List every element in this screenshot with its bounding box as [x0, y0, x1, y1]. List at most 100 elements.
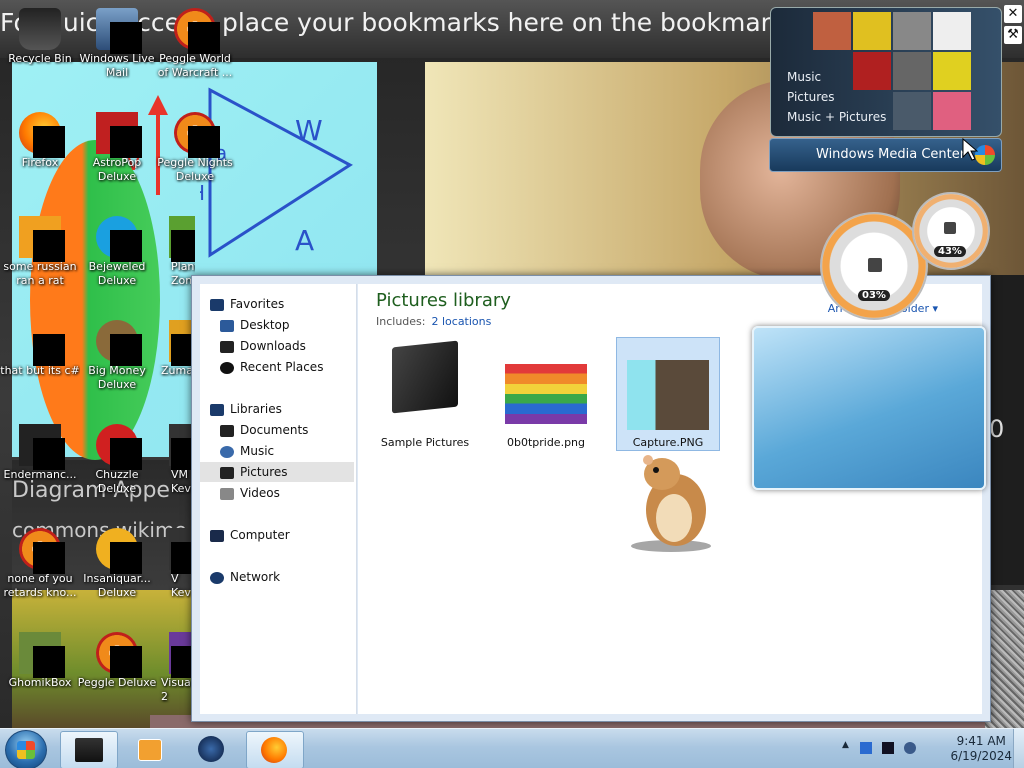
- desktop-icon-plants[interactable]: Plants Zom: [155, 216, 195, 288]
- media-center-music[interactable]: Music: [787, 70, 821, 84]
- desktop-icon-peggle-wow[interactable]: Peggle World of Warcraft ...: [155, 8, 235, 80]
- media-tile[interactable]: [893, 52, 931, 90]
- file-icon: [19, 216, 65, 262]
- desktop-icon-label: Peggle World of Warcraft ...: [157, 52, 233, 79]
- memory-icon: [944, 222, 956, 234]
- system-tray: ▲ 9:41 AM 6/19/2024: [834, 729, 1024, 768]
- desktop-icon-russian-rat[interactable]: some russian ran a rat: [0, 216, 80, 288]
- cpu-usage-value: 03%: [858, 290, 890, 301]
- file-item-0b0tpride[interactable]: 0b0tpride.png: [495, 338, 597, 450]
- cpu-icon: [868, 258, 882, 272]
- media-tile[interactable]: [933, 52, 971, 90]
- wrench-icon[interactable]: ⚒: [1004, 26, 1022, 44]
- windows-logo-icon: [17, 741, 35, 759]
- file-icon: [19, 320, 65, 366]
- slideshow-gadget[interactable]: [752, 326, 986, 490]
- nav-desktop[interactable]: Desktop: [220, 315, 374, 335]
- vm-icon: [169, 528, 191, 574]
- recycle-bin-icon: [19, 8, 61, 50]
- desktop-icon-vm[interactable]: VM Kev: [155, 424, 191, 496]
- desktop-icon-peggle-nights[interactable]: Peggle Nights Deluxe: [155, 112, 235, 184]
- media-tile[interactable]: [933, 12, 971, 50]
- nav-documents[interactable]: Documents: [220, 420, 374, 440]
- mouse-cursor-icon: [962, 138, 978, 161]
- chuzzle-icon: [96, 424, 142, 470]
- favorites-star-icon: [210, 298, 224, 311]
- math-label-h: H: [200, 181, 205, 205]
- taskbar-app-media-center[interactable]: [184, 731, 240, 767]
- desktop-icon-recycle-bin[interactable]: Recycle Bin: [0, 8, 80, 66]
- desktop-icon-label: Recycle Bin: [8, 52, 72, 65]
- start-button[interactable]: [5, 730, 47, 768]
- vm-icon: [169, 424, 191, 470]
- media-center-gadget[interactable]: Music Pictures Music + Pictures: [770, 7, 1002, 137]
- taskbar-app-explorer[interactable]: [60, 731, 118, 768]
- nav-recent-places[interactable]: Recent Places: [220, 357, 374, 377]
- show-hidden-icons-arrow[interactable]: ▲: [842, 740, 854, 752]
- library-includes: Includes: 2 locations: [376, 315, 492, 328]
- documents-icon: [220, 424, 234, 437]
- taskbar-app-firefox[interactable]: [246, 731, 304, 768]
- desktop-icon-label: Bejeweled Deluxe: [88, 260, 146, 287]
- recent-places-icon: [220, 361, 234, 374]
- volume-icon[interactable]: [904, 742, 916, 754]
- nav-libraries[interactable]: Libraries: [210, 399, 364, 419]
- locations-link[interactable]: 2 locations: [431, 315, 491, 328]
- desktop-icon-label: Firefox: [21, 156, 59, 169]
- desktop-icon-label: Endermanc...: [3, 468, 77, 481]
- desktop-icon-big-money[interactable]: Big Money Deluxe: [77, 320, 157, 392]
- action-center-icon[interactable]: [860, 742, 872, 754]
- desktop-icon-endermanc[interactable]: Endermanc...: [0, 424, 80, 482]
- nav-downloads[interactable]: Downloads: [220, 336, 374, 356]
- desktop-icon-windows-live-mail[interactable]: Windows Live Mail: [77, 8, 157, 80]
- nav-videos[interactable]: Videos: [220, 483, 374, 503]
- show-desktop-button[interactable]: [1013, 729, 1024, 768]
- close-icon[interactable]: ✕: [1004, 5, 1022, 23]
- desktop-icon-label: that but its c#: [0, 364, 80, 377]
- desktop-icon-peggle-deluxe[interactable]: Peggle Deluxe: [77, 632, 157, 690]
- nav-network[interactable]: Network: [210, 567, 364, 587]
- media-center-pictures[interactable]: Pictures: [787, 90, 835, 104]
- firefox-icon: [19, 112, 65, 158]
- desktop-icon-chuzzle[interactable]: Chuzzle Deluxe: [77, 424, 157, 496]
- nav-music[interactable]: Music: [220, 441, 374, 461]
- desktop-icon-label: Zuma: [161, 364, 191, 377]
- insaniquarium-icon: [96, 528, 142, 574]
- desktop-icon-astropop[interactable]: AstroPop Deluxe: [77, 112, 157, 184]
- desktop-icon-zuma[interactable]: Zuma: [155, 320, 191, 378]
- ghomikbox-icon: [19, 632, 65, 678]
- desktop-icon-csharp[interactable]: that but its c#: [0, 320, 80, 378]
- desktop-icon-visual-studio[interactable]: Visua 2: [155, 632, 191, 704]
- windows-logo-icon: [975, 145, 995, 165]
- desktop-icon-ghomikbox[interactable]: GhomikBox: [0, 632, 80, 690]
- image-thumbnail-icon: [505, 364, 587, 424]
- media-tile[interactable]: [853, 12, 891, 50]
- media-tile[interactable]: [813, 12, 851, 50]
- taskbar: ▲ 9:41 AM 6/19/2024: [0, 728, 1024, 768]
- nav-computer[interactable]: Computer: [210, 525, 364, 545]
- file-icon: [19, 424, 65, 470]
- file-item-sample-pictures[interactable]: Sample Pictures: [374, 338, 476, 450]
- taskbar-app-media-player[interactable]: [122, 731, 178, 767]
- file-item-capture[interactable]: Capture.PNG: [616, 337, 720, 451]
- desktop-icon-label: Peggle Nights Deluxe: [157, 156, 233, 183]
- media-tile[interactable]: [933, 92, 971, 130]
- desktop-icon-firefox[interactable]: Firefox: [0, 112, 80, 170]
- desktop-icon-vm-2[interactable]: V Kev: [155, 528, 191, 600]
- network-tray-icon[interactable]: [882, 742, 894, 754]
- desktop-icon-label: Big Money Deluxe: [88, 364, 146, 391]
- bejeweled-icon: [96, 216, 142, 262]
- clock[interactable]: 9:41 AM 6/19/2024: [950, 734, 1012, 764]
- nav-pictures[interactable]: Pictures: [200, 462, 354, 482]
- nav-favorites[interactable]: Favorites: [210, 294, 364, 314]
- desktop-icon-insaniquarium[interactable]: Insaniquar... Deluxe: [77, 528, 157, 600]
- image-thumbnail-icon: [627, 360, 709, 430]
- media-tile[interactable]: [893, 12, 931, 50]
- media-tile[interactable]: [893, 92, 931, 130]
- desktop-icon-none-of-you[interactable]: none of you retards kno...: [0, 528, 80, 600]
- memory-gauge: 43%: [912, 192, 990, 270]
- media-center-music-pictures[interactable]: Music + Pictures: [787, 110, 886, 124]
- media-tile[interactable]: [853, 52, 891, 90]
- gadget-controls: ✕ ⚒: [1004, 5, 1022, 47]
- desktop-icon-bejeweled[interactable]: Bejeweled Deluxe: [77, 216, 157, 288]
